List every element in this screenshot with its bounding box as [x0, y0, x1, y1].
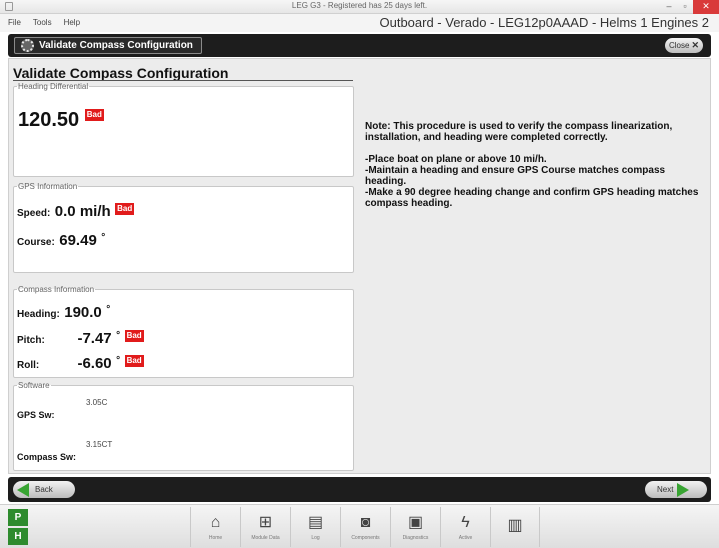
pitch-value: -7.47 [77, 330, 112, 347]
menu-help[interactable]: Help [64, 18, 80, 27]
p-indicator[interactable]: P [8, 509, 28, 526]
note-intro: Note: This procedure is used to verify t… [365, 121, 673, 143]
heading-differential-readout: 120.50 Bad [18, 109, 104, 132]
heading-unit: ° [106, 304, 111, 315]
gps-software-value: 3.05C [86, 398, 108, 407]
speed-label: Speed: [17, 208, 51, 219]
title-divider [13, 80, 353, 81]
home-icon: ⌂ [210, 514, 221, 531]
gps-software-label: GPS Sw: [17, 410, 55, 420]
roll-unit: ° [116, 355, 121, 366]
roll-status-badge: Bad [124, 355, 144, 367]
menu-bar: File Tools Help Outboard - Verado - LEG1… [0, 14, 719, 32]
menu-file[interactable]: File [8, 18, 21, 27]
compass-software-label: Compass Sw: [17, 452, 77, 462]
compass-information-legend: Compass Information [18, 285, 95, 294]
diagnostics-label: Diagnostics [402, 535, 429, 541]
course-unit: ° [101, 232, 106, 243]
lightning-icon: ϟ [461, 514, 470, 531]
compass-information-group: Compass Information Heading: 190.0 ° Pit… [13, 285, 354, 378]
module-data-label: Module Data [251, 535, 280, 541]
close-icon: ✕ [691, 40, 699, 50]
page-title: Validate Compass Configuration [13, 65, 229, 81]
arrow-right-icon [677, 482, 690, 497]
gps-speed-row: Speed: 0.0 mi/h Bad [17, 203, 135, 221]
toolbar-active-button[interactable]: ϟ Active [440, 507, 490, 547]
bottom-toolbar: P H ⌂ Home ⊞ Module Data ▤ Log ◙ Compone… [0, 504, 719, 548]
monitor-icon: ▣ [407, 514, 424, 531]
note-step-2: -Maintain a heading and ensure GPS Cours… [365, 165, 666, 187]
heading-differential-group: Heading Differential 120.50 Bad [13, 82, 354, 177]
window-titlebar: LEG G3 - Registered has 25 days left. – … [0, 0, 719, 14]
component-icon: ◙ [360, 514, 371, 531]
gear-icon [21, 39, 34, 52]
software-legend: Software [18, 381, 50, 390]
back-button[interactable]: Back [13, 481, 75, 498]
close-label: Close [669, 41, 690, 50]
log-label: Log [311, 535, 320, 541]
back-label: Back [35, 485, 53, 494]
window-close-button[interactable]: ✕ [693, 0, 719, 14]
toolbar-log-button[interactable]: ▤ Log [290, 507, 340, 547]
course-value: 69.49 [59, 232, 97, 249]
gps-course-row: Course: 69.49 ° [17, 232, 105, 250]
gps-information-group: GPS Information Speed: 0.0 mi/h Bad Cour… [13, 182, 354, 273]
compass-software-value: 3.15CT [86, 440, 113, 449]
pitch-unit: ° [116, 330, 121, 341]
procedure-note: Note: This procedure is used to verify t… [365, 121, 700, 209]
menu-tools[interactable]: Tools [33, 18, 52, 27]
navigation-bar: Back Next [8, 477, 711, 502]
compass-heading-row: Heading: 190.0 ° [17, 304, 110, 322]
compass-pitch-row: Pitch: -7.47 ° Bad [17, 330, 144, 348]
heading-differential-value: 120.50 [18, 109, 80, 131]
course-label: Course: [17, 237, 55, 248]
toolbar-tools: ⌂ Home ⊞ Module Data ▤ Log ◙ Components … [190, 507, 540, 547]
roll-value: -6.60 [77, 355, 112, 372]
tab-validate-compass[interactable]: Validate Compass Configuration [14, 37, 202, 54]
window-controls: – ▫ ✕ [661, 0, 719, 14]
pitch-status-badge: Bad [124, 330, 144, 342]
toolbar-home-button[interactable]: ⌂ Home [190, 507, 240, 547]
header-bar: Validate Compass Configuration Close ✕ [8, 34, 711, 57]
heading-value: 190.0 [64, 304, 102, 321]
speed-value: 0.0 mi/h [54, 203, 111, 220]
engine-info: Outboard - Verado - LEG12p0AAAD - Helms … [379, 15, 709, 30]
clipboard-icon: ▤ [307, 514, 324, 531]
heading-label: Heading: [17, 309, 60, 320]
note-step-3: -Make a 90 degree heading change and con… [365, 187, 699, 209]
tab-label: Validate Compass Configuration [39, 40, 193, 51]
toolbar-components-button[interactable]: ◙ Components [340, 507, 390, 547]
h-indicator[interactable]: H [8, 528, 28, 545]
active-label: Active [458, 535, 473, 541]
software-group: Software 3.05C GPS Sw: 3.15CT Compass Sw… [13, 381, 354, 471]
window-title: LEG G3 - Registered has 25 days left. [291, 1, 428, 10]
speed-status-badge: Bad [115, 203, 135, 215]
roll-label: Roll: [17, 360, 40, 371]
heading-differential-legend: Heading Differential [18, 82, 89, 91]
main-content: Validate Compass Configuration Heading D… [8, 58, 711, 474]
toolbar-diagnostics-button[interactable]: ▣ Diagnostics [390, 507, 440, 547]
note-step-1: -Place boat on plane or above 10 mi/h. [365, 154, 547, 165]
components-label: Components [351, 535, 380, 541]
minimize-button[interactable]: – [661, 0, 677, 14]
modules-icon: ⊞ [258, 514, 273, 531]
home-label: Home [208, 535, 223, 541]
next-label: Next [657, 485, 674, 494]
arrow-left-icon [17, 482, 29, 497]
next-button[interactable]: Next [645, 481, 707, 498]
book-icon: ▥ [507, 517, 523, 534]
pitch-label: Pitch: [17, 335, 45, 346]
close-button[interactable]: Close ✕ [665, 38, 703, 53]
compass-roll-row: Roll: -6.60 ° Bad [17, 355, 144, 373]
gps-information-legend: GPS Information [18, 182, 78, 191]
toolbar-module-data-button[interactable]: ⊞ Module Data [240, 507, 290, 547]
toolbar-book-button[interactable]: ▥ [490, 507, 540, 547]
heading-differential-status-badge: Bad [84, 109, 104, 121]
maximize-button[interactable]: ▫ [677, 0, 693, 14]
